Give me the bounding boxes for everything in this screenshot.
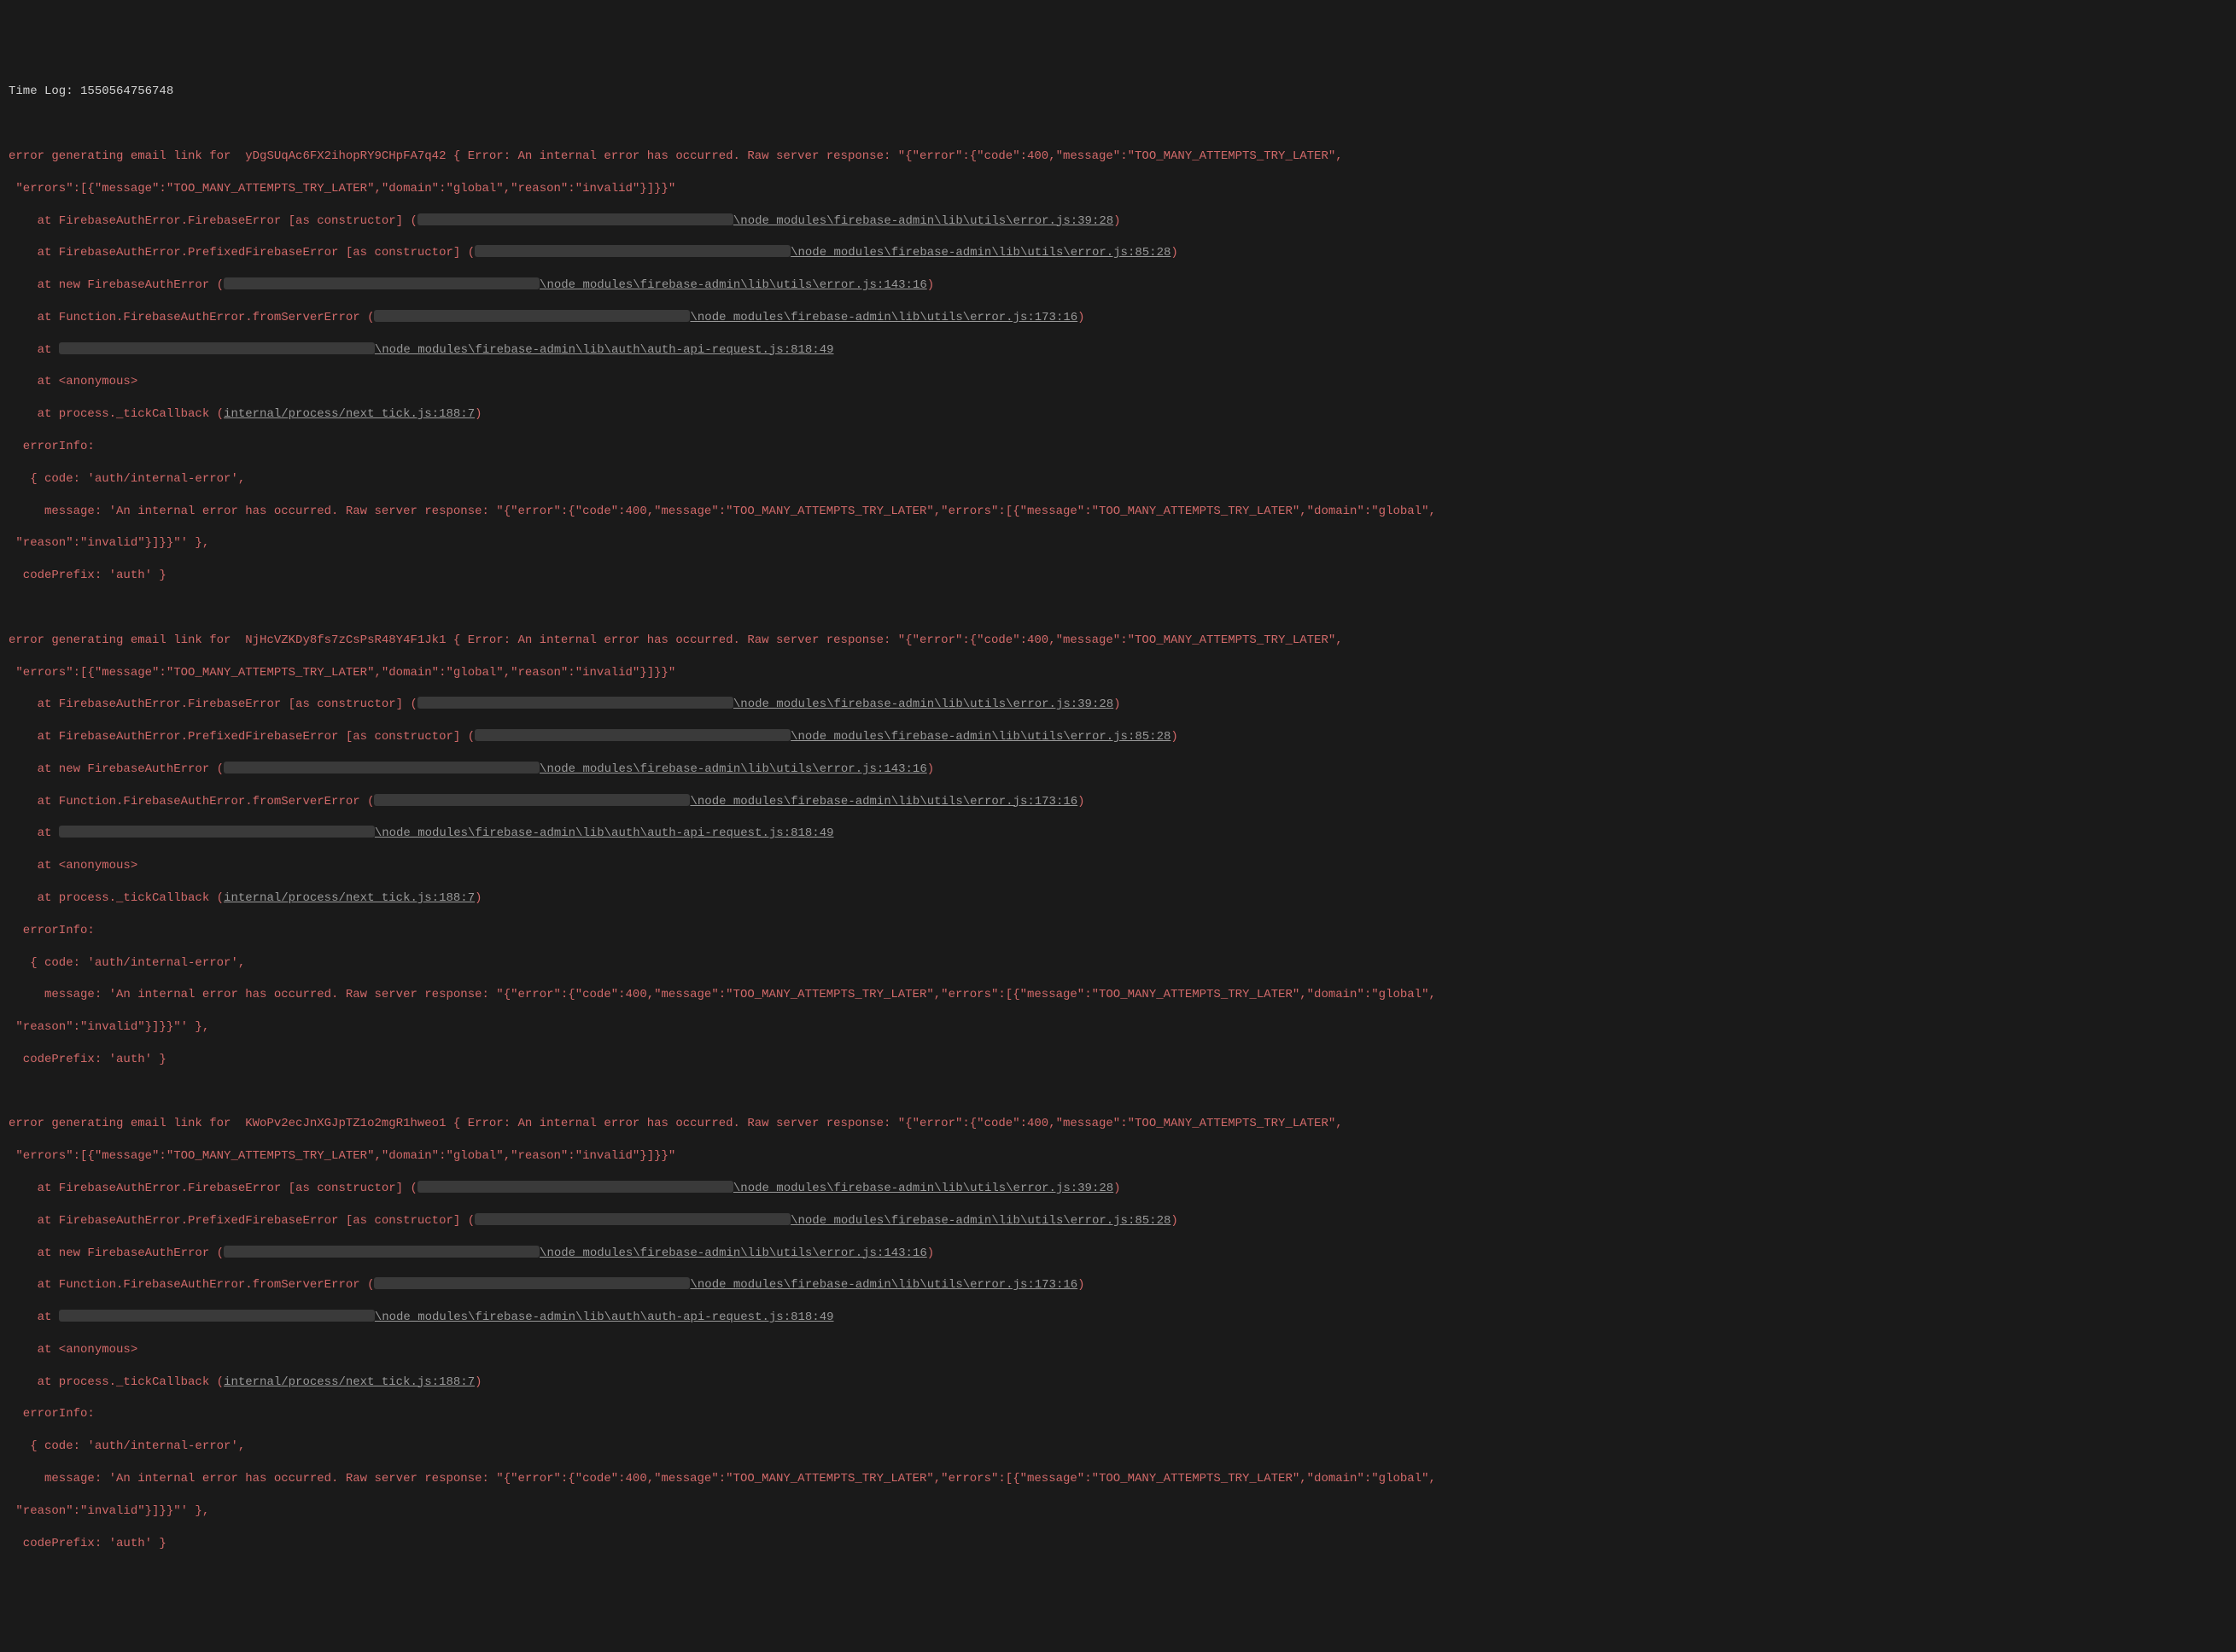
stack-frame: at Function.FirebaseAuthError.fromServer…	[9, 310, 2227, 326]
file-link[interactable]: \node_modules\firebase-admin\lib\utils\e…	[540, 762, 927, 776]
file-link[interactable]: \node_modules\firebase-admin\lib\utils\e…	[791, 246, 1171, 260]
file-link[interactable]: \node_modules\firebase-admin\lib\utils\e…	[690, 311, 1077, 324]
error-info-header: errorInfo:	[9, 923, 2227, 939]
file-link[interactable]: \node_modules\firebase-admin\lib\auth\au…	[375, 826, 834, 840]
file-link[interactable]: \node_modules\firebase-admin\lib\utils\e…	[791, 1214, 1171, 1228]
stack-frame: at FirebaseAuthError.FirebaseError [as c…	[9, 697, 2227, 713]
error-info-message-cont: "reason":"invalid"}]}}"' },	[9, 535, 2227, 552]
stack-frame: at FirebaseAuthError.PrefixedFirebaseErr…	[9, 245, 2227, 261]
redacted-path-icon	[59, 342, 375, 354]
redacted-path-icon	[59, 1310, 375, 1322]
file-link[interactable]: \node_modules\firebase-admin\lib\auth\au…	[375, 1311, 834, 1324]
error-info-header: errorInfo:	[9, 439, 2227, 455]
stack-frame: at process._tickCallback (internal/proce…	[9, 406, 2227, 423]
error-code-prefix: codePrefix: 'auth' }	[9, 568, 2227, 584]
redacted-path-icon	[475, 729, 791, 741]
error-header: error generating email link for yDgSUqAc…	[9, 149, 2227, 165]
stack-frame: at Function.FirebaseAuthError.fromServer…	[9, 794, 2227, 810]
error-info-message-cont: "reason":"invalid"}]}}"' },	[9, 1503, 2227, 1520]
error-info-header: errorInfo:	[9, 1406, 2227, 1422]
file-link[interactable]: \node_modules\firebase-admin\lib\utils\e…	[733, 698, 1113, 711]
file-link[interactable]: \node_modules\firebase-admin\lib\utils\e…	[733, 214, 1113, 228]
file-link[interactable]: \node_modules\firebase-admin\lib\auth\au…	[375, 343, 834, 357]
stack-frame: at \node_modules\firebase-admin\lib\auth…	[9, 826, 2227, 842]
error-code-prefix: codePrefix: 'auth' }	[9, 1536, 2227, 1552]
file-link[interactable]: internal/process/next_tick.js:188:7	[224, 891, 475, 905]
error-info-message: message: 'An internal error has occurred…	[9, 987, 2227, 1003]
stack-frame: at Function.FirebaseAuthError.fromServer…	[9, 1277, 2227, 1293]
stack-frame: at FirebaseAuthError.PrefixedFirebaseErr…	[9, 1213, 2227, 1229]
error-header: error generating email link for KWoPv2ec…	[9, 1116, 2227, 1132]
redacted-path-icon	[475, 245, 791, 257]
stack-frame: at new FirebaseAuthError (\node_modules\…	[9, 762, 2227, 778]
error-header-cont: "errors":[{"message":"TOO_MANY_ATTEMPTS_…	[9, 665, 2227, 681]
console-output[interactable]: Time Log: 1550564756748 error generating…	[9, 68, 2227, 1568]
stack-frame: at <anonymous>	[9, 374, 2227, 390]
file-link[interactable]: \node_modules\firebase-admin\lib\utils\e…	[733, 1182, 1113, 1195]
error-info-message-cont: "reason":"invalid"}]}}"' },	[9, 1019, 2227, 1036]
file-link[interactable]: \node_modules\firebase-admin\lib\utils\e…	[540, 1246, 927, 1260]
file-link[interactable]: internal/process/next_tick.js:188:7	[224, 1375, 475, 1389]
error-header-cont: "errors":[{"message":"TOO_MANY_ATTEMPTS_…	[9, 181, 2227, 197]
redacted-path-icon	[59, 826, 375, 838]
stack-frame: at <anonymous>	[9, 858, 2227, 874]
redacted-path-icon	[374, 794, 690, 806]
file-link[interactable]: \node_modules\firebase-admin\lib\utils\e…	[690, 1278, 1077, 1292]
stack-frame: at \node_modules\firebase-admin\lib\auth…	[9, 342, 2227, 359]
error-info-code: { code: 'auth/internal-error',	[9, 471, 2227, 487]
error-info-code: { code: 'auth/internal-error',	[9, 1439, 2227, 1455]
stack-frame: at <anonymous>	[9, 1342, 2227, 1358]
error-header: error generating email link for NjHcVZKD…	[9, 633, 2227, 649]
file-link[interactable]: \node_modules\firebase-admin\lib\utils\e…	[690, 795, 1077, 808]
stack-frame: at FirebaseAuthError.FirebaseError [as c…	[9, 1181, 2227, 1197]
error-info-message: message: 'An internal error has occurred…	[9, 504, 2227, 520]
redacted-path-icon	[224, 277, 540, 289]
redacted-path-icon	[475, 1213, 791, 1225]
error-header-cont: "errors":[{"message":"TOO_MANY_ATTEMPTS_…	[9, 1148, 2227, 1165]
redacted-path-icon	[224, 762, 540, 773]
stack-frame: at new FirebaseAuthError (\node_modules\…	[9, 1246, 2227, 1262]
stack-frame: at process._tickCallback (internal/proce…	[9, 890, 2227, 907]
redacted-path-icon	[224, 1246, 540, 1258]
stack-frame: at \node_modules\firebase-admin\lib\auth…	[9, 1310, 2227, 1326]
redacted-path-icon	[417, 697, 733, 709]
error-code-prefix: codePrefix: 'auth' }	[9, 1052, 2227, 1068]
file-link[interactable]: internal/process/next_tick.js:188:7	[224, 407, 475, 421]
stack-frame: at new FirebaseAuthError (\node_modules\…	[9, 277, 2227, 294]
file-link[interactable]: \node_modules\firebase-admin\lib\utils\e…	[540, 278, 927, 292]
time-log-line: Time Log: 1550564756748	[9, 84, 2227, 100]
error-info-message: message: 'An internal error has occurred…	[9, 1471, 2227, 1487]
stack-frame: at process._tickCallback (internal/proce…	[9, 1375, 2227, 1391]
redacted-path-icon	[374, 310, 690, 322]
redacted-path-icon	[417, 1181, 733, 1193]
file-link[interactable]: \node_modules\firebase-admin\lib\utils\e…	[791, 730, 1171, 744]
redacted-path-icon	[374, 1277, 690, 1289]
stack-frame: at FirebaseAuthError.PrefixedFirebaseErr…	[9, 729, 2227, 745]
stack-frame: at FirebaseAuthError.FirebaseError [as c…	[9, 213, 2227, 230]
redacted-path-icon	[417, 213, 733, 225]
